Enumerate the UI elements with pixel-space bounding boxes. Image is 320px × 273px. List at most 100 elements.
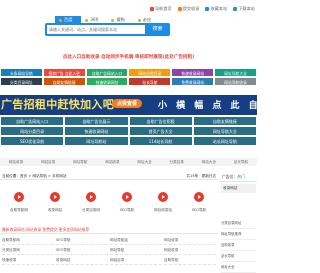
- grid-link[interactable]: 快速收录网站: [171, 68, 215, 77]
- list-item[interactable]: 网址导航: [110, 246, 162, 255]
- dot-icon: [111, 18, 115, 22]
- search-bar: 搜索: [45, 23, 170, 36]
- list-item[interactable]: 网址导航站: [110, 236, 162, 245]
- grid-link[interactable]: 免费收录网站: [171, 77, 215, 86]
- list-item[interactable]: 网站收录: [164, 246, 216, 255]
- list-item[interactable]: 网址收录: [164, 236, 216, 245]
- breadcrumb-right[interactable]: 共15条 · 更新日志: [186, 172, 216, 180]
- list-item[interactable]: 快速收录: [2, 256, 54, 265]
- grid-link[interactable]: 头条网站导航: [0, 68, 43, 77]
- ad-grid-link[interactable]: SEO优化导航: [0, 136, 65, 146]
- site-list: 自助导航网 SEO导航 网址导航站 网址收录 分类目录网 SEO导航 网址导航 …: [2, 236, 216, 265]
- home-icon: [149, 7, 154, 11]
- banner-small-ad: 小 横 幅 点 此 自 助: [158, 101, 257, 111]
- play-icon: [86, 192, 96, 202]
- ad-grid-link[interactable]: 自助广告位展示: [64, 116, 129, 126]
- ad-grid-link[interactable]: 网址导航站: [64, 136, 129, 146]
- colored-link-grid: 头条网站导航 招商广告 点此入驻 自助广告网站入口 网站分类目录 快速收录网站 …: [0, 68, 257, 86]
- breadcrumb: 当前位置：首页 > 网站导航 > 手机网站 共15条 · 更新日志: [0, 172, 218, 180]
- ad-grid-link[interactable]: 网站分类目录: [0, 126, 65, 136]
- site-header: 导航首页 提交收录 收藏本站 下载本站 百度 360 搜狗 必应 搜索: [0, 0, 257, 48]
- top-nav-download[interactable]: 下载本站: [233, 6, 255, 12]
- top-nav-submit[interactable]: 提交收录: [177, 6, 199, 12]
- list-item[interactable]: 自助导航网: [2, 236, 54, 245]
- ad-grid-link[interactable]: 首页广告大全: [128, 126, 193, 136]
- list-item[interactable]: 收录网站: [56, 256, 108, 265]
- video-cards: 自助导航网 收录网站 分类目录网 SEO导航 网址收录站 SEO导航: [0, 182, 218, 218]
- grid-link[interactable]: 分类目录网址: [0, 77, 43, 86]
- notice-banner[interactable]: 点此入口自助收录 自动同步手机端 审核即时展现(此处广告招租): [0, 50, 257, 66]
- main-content: 当前位置：首页 > 网站导航 > 手机网站 共15条 · 更新日志 自助导航网 …: [0, 172, 218, 273]
- list-item[interactable]: SEO导航: [56, 236, 108, 245]
- ad-grid-link[interactable]: 自助广告网站入口: [0, 116, 65, 126]
- star-icon: [205, 7, 210, 11]
- sidebar-item[interactable]: 分类目录网址: [221, 218, 256, 229]
- sidebar-title-text: 广告位：: [222, 174, 238, 179]
- friend-link[interactable]: 网站收录: [105, 158, 119, 166]
- video-card[interactable]: 网址收录站: [146, 182, 180, 218]
- notice-text: 点此入口自助收录 自动同步手机端 审核即时展现(此处广告招租): [62, 55, 195, 60]
- download-icon: [233, 7, 238, 11]
- dot-icon: [137, 18, 141, 22]
- friend-links-row: 网址收录 网站目录 网址导航 网站收录 网址大全 分类目录 网站大全 站长导航: [0, 158, 257, 166]
- ad-grid-link[interactable]: 自助友情链接: [192, 116, 257, 126]
- friend-link[interactable]: 网址导航: [73, 158, 87, 166]
- video-card[interactable]: 分类目录网: [74, 182, 108, 218]
- video-card[interactable]: 收录网站: [38, 182, 72, 218]
- grid-link[interactable]: 自助友情链接: [42, 77, 86, 86]
- list-header-title: 最新收录网站 网站收录 免费提交 更多优质网站推荐: [2, 227, 90, 232]
- friend-link[interactable]: 网址收录: [9, 158, 23, 166]
- ad-grid-link[interactable]: 快速收录网站: [64, 126, 129, 136]
- video-card-caption: SEO导航: [191, 208, 207, 212]
- video-card-caption: SEO导航: [119, 208, 135, 212]
- play-icon: [158, 192, 168, 202]
- ad-banner[interactable]: 广告招租中赶快加入吧 点我查看 小 横 幅 点 此 自 助: [0, 95, 257, 115]
- sidebar-item[interactable]: 网址大全: [221, 262, 256, 273]
- ad-grid-link[interactable]: 站长网址导航: [192, 136, 257, 146]
- list-item[interactable]: 分类目录网: [2, 246, 54, 255]
- video-card-caption: 分类目录网: [82, 208, 100, 212]
- grid-link[interactable]: 站长导航: [128, 77, 172, 86]
- sidebar: 广告位：热门 收录网站 分类目录网址 网址导航推荐 自助收录 站长导航 网址大全: [220, 172, 257, 273]
- sidebar-title-highlight[interactable]: 热门: [237, 174, 245, 179]
- video-card[interactable]: SEO导航: [182, 182, 216, 218]
- list-item[interactable]: 网站目录: [110, 256, 162, 265]
- sidebar-item[interactable]: 站长导航: [221, 251, 256, 262]
- friend-link[interactable]: 网址大全: [137, 158, 151, 166]
- grid-link[interactable]: 网站导航收录: [214, 77, 257, 86]
- ad-grid-link[interactable]: 114站长导航: [128, 136, 193, 146]
- top-nav-home[interactable]: 导航首页: [149, 6, 172, 12]
- ad-grid-link[interactable]: 自助广告位招租: [128, 116, 193, 126]
- grid-link[interactable]: 自助广告网站入口: [85, 68, 129, 77]
- list-item[interactable]: 自助导航: [164, 256, 216, 265]
- breadcrumb-text: 当前位置：首页 > 网站导航 > 手机网站: [2, 174, 67, 178]
- dot-icon: [59, 18, 62, 22]
- banner-view-button[interactable]: 点我查看: [112, 99, 143, 108]
- sidebar-list: 分类目录网址 网址导航推荐 自助收录 站长导航 网址大全: [221, 218, 256, 273]
- video-card-caption: 网址收录站: [154, 208, 172, 212]
- friend-link[interactable]: 站长导航: [234, 158, 248, 166]
- dot-icon: [85, 18, 89, 22]
- ad-link-grid: 自助广告网站入口 自助广告位展示 自助广告位招租 自助友情链接 网站分类目录 快…: [0, 116, 257, 146]
- sidebar-item[interactable]: 自助收录: [221, 240, 256, 251]
- play-icon: [194, 192, 204, 202]
- grid-link[interactable]: 网站分类目录: [128, 68, 172, 77]
- list-item[interactable]: SEO导航: [56, 246, 108, 255]
- friend-link[interactable]: 网站目录: [41, 158, 55, 166]
- grid-link[interactable]: 网址导航大全: [214, 68, 257, 77]
- top-nav: 导航首页 提交收录 收藏本站 下载本站: [149, 6, 255, 12]
- ad-grid-link[interactable]: 网址导航大全: [192, 126, 257, 136]
- search-input[interactable]: [47, 25, 145, 34]
- video-card[interactable]: SEO导航: [110, 182, 144, 218]
- grid-link[interactable]: 快速收录网址: [85, 77, 129, 86]
- submit-icon: [177, 7, 182, 11]
- grid-link[interactable]: 招商广告 点此入驻: [42, 68, 86, 77]
- video-card[interactable]: 自助导航网: [2, 182, 36, 218]
- sidebar-item[interactable]: 网址导航推荐: [221, 229, 256, 240]
- sidebar-ad[interactable]: 收录网站: [221, 184, 256, 193]
- friend-link[interactable]: 分类目录: [170, 158, 184, 166]
- friend-link[interactable]: 网站大全: [202, 158, 216, 166]
- play-icon: [50, 192, 60, 202]
- top-nav-bookmark[interactable]: 收藏本站: [205, 6, 227, 12]
- search-button[interactable]: 搜索: [147, 25, 168, 34]
